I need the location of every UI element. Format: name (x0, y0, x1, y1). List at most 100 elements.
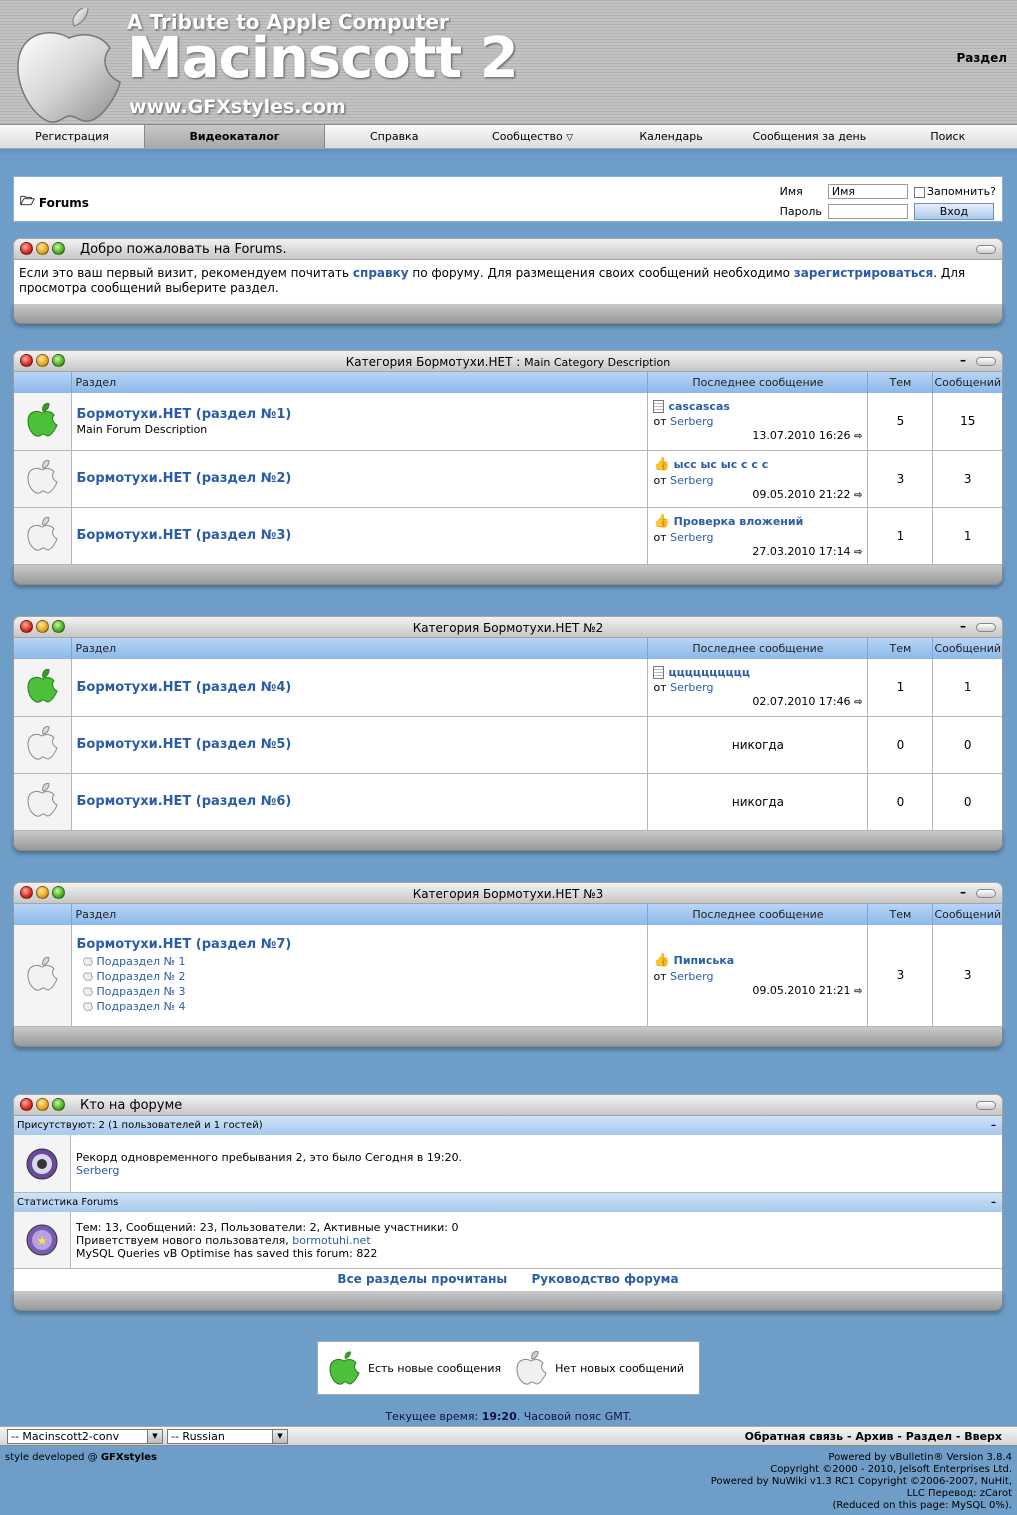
go-to-last-post-icon[interactable]: ⇨ (854, 490, 862, 501)
category-title[interactable]: Категория Бормотухи.НЕТ №3 (14, 887, 1002, 901)
subforum-link[interactable]: Подраздел № 1 (97, 955, 186, 968)
nav-videocatalog[interactable]: Видеокаталог (144, 125, 325, 148)
apple-logo-icon[interactable] (14, 8, 124, 126)
forum-row: Бормотухи.НЕТ (раздел №5) никогда 0 0 (14, 716, 1002, 774)
last-post-user-link[interactable]: Serberg (670, 970, 713, 983)
subforum-item[interactable]: Подраздел № 4 (77, 999, 647, 1014)
last-post-title[interactable]: 👍 Пиписька (653, 953, 862, 968)
collapse-stats-icon[interactable]: – (991, 1193, 996, 1212)
last-post-time-value: 16:26 (818, 429, 851, 443)
posts-count: 3 (932, 925, 1002, 1027)
subforum-link[interactable]: Подраздел № 2 (97, 970, 186, 983)
last-post-user-link[interactable]: Serberg (670, 531, 713, 544)
logo-name[interactable]: Macinscott 2 (127, 26, 519, 91)
last-post-link[interactable]: цццццццццц (668, 666, 750, 679)
forum-link[interactable]: Бормотухи.НЕТ (раздел №2) (77, 471, 292, 486)
last-post-by-label: от (653, 530, 671, 544)
subforum-link[interactable]: Подраздел № 3 (97, 985, 186, 998)
online-title: Кто на форуме (80, 1098, 183, 1113)
minimize-icon[interactable]: – (960, 885, 966, 899)
style-select[interactable]: -- Macinscott2-conv ▼ (7, 1429, 163, 1444)
collapse-toggle-icon[interactable] (976, 889, 996, 898)
new-user-link[interactable]: bormotuhi.net (292, 1234, 370, 1247)
panel-header: Категория Бормотухи.НЕТ №2 – (13, 616, 1003, 638)
collapse-toggle-icon[interactable] (976, 357, 996, 366)
present-label[interactable]: Присутствуют: (17, 1120, 95, 1131)
category-name[interactable]: Категория Бормотухи.НЕТ (346, 355, 513, 369)
go-to-last-post-icon[interactable]: ⇨ (854, 431, 862, 442)
last-post-never: никогда (731, 794, 785, 809)
minimize-icon[interactable]: – (960, 353, 966, 367)
header-section-link[interactable]: Раздел (957, 51, 1007, 65)
category-title[interactable]: Категория Бормотухи.НЕТ №2 (14, 621, 1002, 635)
go-to-last-post-icon[interactable]: ⇨ (854, 986, 862, 997)
forum-cell: Бормотухи.НЕТ (раздел №7) Подраздел № 1 По… (71, 925, 649, 1027)
category-title[interactable]: Категория Бормотухи.НЕТ : Main Category … (14, 355, 1002, 369)
bottom-links[interactable]: Обратная связь - Архив - Раздел - Вверх (745, 1430, 1002, 1443)
forum-row: Бормотухи.НЕТ (раздел №3) 👍 Проверка вложе… (14, 507, 1002, 565)
online-user-link[interactable]: Serberg (76, 1164, 119, 1177)
go-to-last-post-icon[interactable]: ⇨ (854, 697, 862, 708)
subforum-item[interactable]: Подраздел № 3 (77, 984, 647, 999)
category-name[interactable]: Категория Бормотухи.НЕТ №2 (413, 621, 604, 635)
language-select[interactable]: -- Russian ▼ (167, 1429, 288, 1444)
go-to-last-post-icon[interactable]: ⇨ (854, 547, 862, 558)
last-post-link[interactable]: ысс ыс ыс с с с (674, 458, 769, 471)
forum-link[interactable]: Бормотухи.НЕТ (раздел №7) (77, 937, 292, 952)
collapse-toggle-icon[interactable] (976, 1101, 996, 1110)
collapse-toggle-icon[interactable] (976, 623, 996, 632)
forum-status-icon (14, 925, 72, 1027)
forum-link[interactable]: Бормотухи.НЕТ (раздел №4) (77, 680, 292, 695)
document-icon (653, 400, 665, 414)
password-input[interactable] (827, 204, 908, 219)
register-link[interactable]: зарегистрироваться (794, 266, 933, 280)
remember-me[interactable]: Запомнить? (912, 183, 998, 200)
forum-link[interactable]: Бормотухи.НЕТ (раздел №6) (77, 794, 292, 809)
last-post-user-link[interactable]: Serberg (670, 681, 713, 694)
last-post-date-value: 09.05.2010 (752, 984, 816, 998)
nav-calendar[interactable]: Календарь (602, 125, 740, 148)
login-button[interactable]: Вход (913, 203, 994, 220)
username-input[interactable] (827, 184, 908, 199)
threads-count: 1 (867, 659, 934, 717)
nav-search[interactable]: Поиск (879, 125, 1017, 148)
close-light-icon (20, 242, 33, 255)
last-post-title[interactable]: 👍 Проверка вложений (653, 514, 862, 529)
nav-community[interactable]: Сообщество ▽ (463, 125, 601, 148)
forum-link[interactable]: Бормотухи.НЕТ (раздел №5) (77, 737, 292, 752)
footer-line: (Reduced on this page: MySQL 0%). (832, 1500, 1012, 1511)
last-post-time-value: 21:21 (818, 984, 851, 998)
nav-help[interactable]: Справка (325, 125, 463, 148)
nav-register[interactable]: Регистрация (0, 125, 144, 148)
footer-brand[interactable]: GFXstyles (101, 1452, 157, 1463)
collapse-toggle-icon[interactable] (976, 245, 996, 254)
collapse-online-icon[interactable]: – (991, 1116, 996, 1135)
subforum-link[interactable]: Подраздел № 4 (97, 1000, 186, 1013)
last-post-user-link[interactable]: Serberg (670, 474, 713, 487)
last-post-link[interactable]: cascascas (668, 400, 729, 413)
breadcrumb-title[interactable]: Forums (39, 196, 89, 210)
last-post-link[interactable]: Проверка вложений (674, 515, 804, 528)
subforum-item[interactable]: Подраздел № 2 (77, 969, 647, 984)
panel-footer (13, 830, 1003, 851)
last-post-user-link[interactable]: Serberg (670, 415, 713, 428)
minimize-icon[interactable]: – (960, 619, 966, 633)
last-post-cell: 👍 Проверка вложений от Serberg 27.03.2010 1… (647, 507, 869, 565)
subforum-item[interactable]: Подраздел № 1 (77, 954, 647, 969)
last-post-time-value: 21:22 (818, 487, 851, 501)
last-post-title[interactable]: 👍 ысс ыс ыс с с с (653, 457, 862, 472)
forum-guide-link[interactable]: Руководство форума (531, 1272, 678, 1286)
forum-link[interactable]: Бормотухи.НЕТ (раздел №3) (77, 528, 292, 543)
category-name[interactable]: Категория Бормотухи.НЕТ №3 (413, 887, 604, 901)
forum-link[interactable]: Бормотухи.НЕТ (раздел №1) (77, 407, 292, 422)
nav-todays-posts[interactable]: Сообщения за день (740, 125, 878, 148)
time-value: 19:20 (481, 1410, 517, 1423)
last-post-author: от Serberg (653, 681, 862, 694)
last-post-title[interactable]: cascascas (653, 400, 862, 414)
last-post-link[interactable]: Пиписька (674, 954, 735, 967)
mark-all-read-link[interactable]: Все разделы прочитаны (337, 1272, 507, 1286)
remember-checkbox[interactable] (913, 186, 925, 198)
col-last-post: Последнее сообщение (647, 372, 869, 393)
last-post-title[interactable]: цццццццццц (653, 666, 862, 680)
help-link[interactable]: справку (353, 266, 409, 280)
